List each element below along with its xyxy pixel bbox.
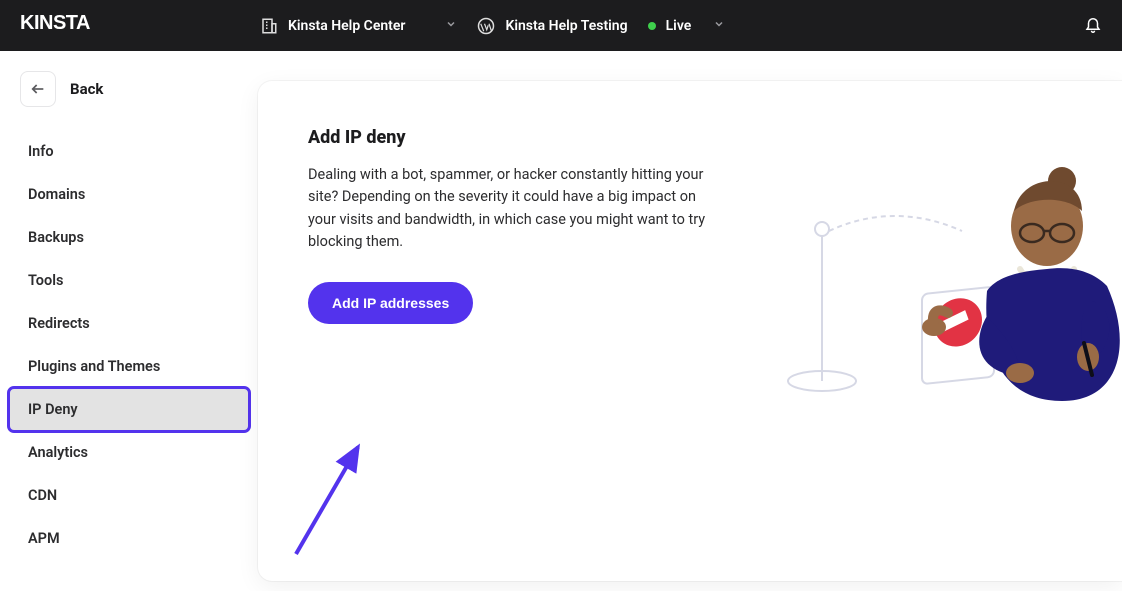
sidebar-item-analytics[interactable]: Analytics — [10, 432, 248, 473]
sidebar-item-tools[interactable]: Tools — [10, 260, 248, 301]
sidebar-item-apm[interactable]: APM — [10, 518, 248, 559]
live-status-icon — [648, 22, 656, 30]
company-selector-label: Kinsta Help Center — [288, 18, 405, 34]
site-selector[interactable]: Kinsta Help Testing — [477, 17, 627, 35]
arrow-left-icon — [30, 81, 46, 97]
page-description: Dealing with a bot, spammer, or hacker c… — [308, 164, 708, 254]
env-label: Live — [666, 18, 692, 34]
topbar: KINSTA Kinsta Help Center Kinst — [0, 0, 1122, 51]
back-button[interactable] — [20, 71, 56, 107]
back-label: Back — [70, 80, 103, 98]
logo: KINSTA — [20, 12, 260, 40]
page-title: Add IP deny — [308, 127, 708, 148]
company-icon — [260, 17, 278, 35]
add-ip-addresses-button[interactable]: Add IP addresses — [308, 282, 473, 324]
svg-text:KINSTA: KINSTA — [20, 12, 90, 34]
sidebar-item-domains[interactable]: Domains — [10, 174, 248, 215]
bell-icon[interactable] — [1084, 15, 1102, 37]
nav-list: Info Domains Backups Tools Redirects Plu… — [0, 131, 258, 559]
site-selector-label: Kinsta Help Testing — [505, 18, 627, 34]
sidebar: Back Info Domains Backups Tools Redirect… — [0, 51, 258, 591]
illustration-bouncer — [762, 111, 1122, 411]
sidebar-item-redirects[interactable]: Redirects — [10, 303, 248, 344]
sidebar-item-plugins-themes[interactable]: Plugins and Themes — [10, 346, 248, 387]
sidebar-item-info[interactable]: Info — [10, 131, 248, 172]
sidebar-item-cdn[interactable]: CDN — [10, 475, 248, 516]
chevron-down-icon — [713, 18, 725, 34]
sidebar-item-backups[interactable]: Backups — [10, 217, 248, 258]
sidebar-item-ip-deny[interactable]: IP Deny — [10, 389, 248, 430]
env-selector[interactable]: Live — [648, 18, 726, 34]
ip-deny-card: Add IP deny Dealing with a bot, spammer,… — [258, 81, 1122, 581]
wordpress-icon — [477, 17, 495, 35]
content-area: Add IP deny Dealing with a bot, spammer,… — [258, 51, 1122, 591]
company-selector[interactable]: Kinsta Help Center — [260, 17, 457, 35]
chevron-down-icon — [445, 18, 457, 34]
